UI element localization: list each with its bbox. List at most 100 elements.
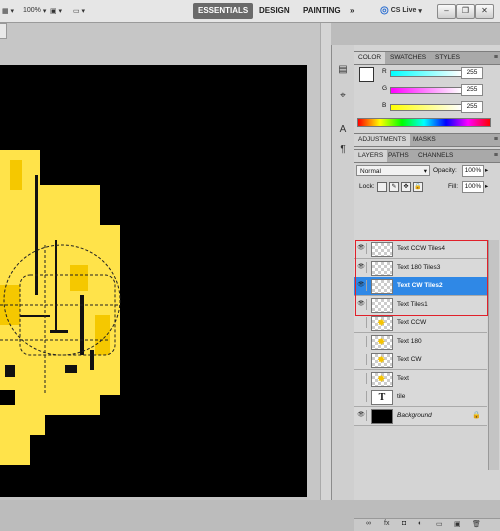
zoom-value: 100% bbox=[23, 7, 41, 14]
canvas-vertical-scrollbar[interactable] bbox=[320, 23, 331, 500]
document-tab[interactable] bbox=[0, 23, 7, 39]
opacity-dropdown-icon[interactable]: ▸ bbox=[485, 165, 488, 176]
layer-mask-icon[interactable]: ◘ bbox=[402, 520, 406, 527]
visibility-eye-icon[interactable] bbox=[356, 372, 367, 384]
layers-panel-footer: ∞ fx ◘ ◐ ▭ ▣ 🗑 bbox=[354, 518, 500, 531]
application-bar: ▦ ▾ 100% ▾ ▣ ▾ ▭ ▾ ESSENTIALS DESIGN PAI… bbox=[0, 0, 500, 23]
lock-all-icon[interactable]: 🔒 bbox=[413, 182, 423, 192]
new-layer-icon[interactable]: ▣ bbox=[454, 520, 461, 528]
zoom-level[interactable]: 100% ▾ bbox=[23, 4, 46, 17]
b-label: B bbox=[382, 102, 387, 109]
tab-paths[interactable]: PATHS bbox=[384, 150, 413, 162]
layer-thumbnail: ✸ bbox=[371, 316, 393, 331]
g-slider[interactable] bbox=[390, 87, 462, 94]
fill-dropdown-icon[interactable]: ▸ bbox=[485, 181, 488, 192]
visibility-eye-icon[interactable] bbox=[356, 391, 367, 402]
layer-thumbnail bbox=[371, 408, 393, 424]
minimize-button[interactable]: – bbox=[437, 4, 456, 19]
layer-row[interactable]: ✸ Text bbox=[354, 369, 487, 389]
b-value-field[interactable]: 255 bbox=[461, 101, 483, 113]
visibility-eye-icon[interactable] bbox=[356, 354, 367, 365]
r-slider[interactable] bbox=[390, 70, 462, 77]
lock-transparent-icon[interactable] bbox=[377, 182, 387, 192]
document-canvas-area bbox=[0, 23, 331, 500]
panel-icon-dock: ▤ ⌖ A ¶ bbox=[331, 45, 355, 500]
layer-row[interactable]: ✸ Text 180 bbox=[354, 332, 487, 352]
star-thumbnail-icon: ✸ bbox=[377, 318, 386, 329]
opacity-field[interactable]: 100% bbox=[462, 165, 484, 177]
arrange-documents-icon[interactable]: ▣ ▾ bbox=[50, 4, 62, 17]
color-spectrum-ramp[interactable] bbox=[357, 118, 491, 127]
tab-adjustments[interactable]: ADJUSTMENTS bbox=[354, 134, 411, 146]
layer-row[interactable]: Ttile bbox=[354, 388, 487, 407]
lock-label: Lock: bbox=[359, 183, 375, 190]
layer-thumbnail: ✸ bbox=[371, 353, 393, 368]
b-slider[interactable] bbox=[390, 104, 462, 111]
workspace-essentials-button[interactable]: ESSENTIALS bbox=[193, 3, 254, 19]
screen-mode-icon[interactable]: ▭ ▾ bbox=[73, 4, 85, 17]
link-layers-icon[interactable]: ∞ bbox=[366, 520, 371, 527]
right-panel-stack: COLOR SWATCHES STYLES ≡ R 255 G 255 B 25… bbox=[354, 45, 500, 531]
highlight-box bbox=[355, 240, 488, 316]
foreground-color-swatch[interactable] bbox=[359, 67, 374, 82]
tab-masks[interactable]: MASKS bbox=[409, 134, 440, 146]
star-thumbnail-icon: ✸ bbox=[377, 336, 386, 348]
fill-label: Fill: bbox=[448, 183, 459, 190]
g-label: G bbox=[382, 85, 388, 92]
g-value-field[interactable]: 255 bbox=[461, 84, 483, 96]
layers-scrollbar[interactable] bbox=[488, 240, 499, 470]
layer-thumbnail: ✸ bbox=[371, 334, 393, 350]
tab-layers[interactable]: LAYERS bbox=[354, 150, 388, 162]
r-label: R bbox=[382, 68, 387, 75]
layer-name: Text bbox=[397, 374, 409, 382]
visibility-eye-icon[interactable]: 👁 bbox=[356, 409, 367, 421]
visibility-eye-icon[interactable] bbox=[356, 317, 367, 328]
character-icon[interactable]: A bbox=[336, 123, 350, 137]
layer-name: Background bbox=[397, 411, 432, 419]
layer-name: Text 180 bbox=[397, 337, 422, 345]
layer-lock-icon: 🔒 bbox=[472, 411, 481, 419]
panel-menu-icon[interactable]: ≡ bbox=[494, 136, 498, 144]
layer-thumbnail: ✸ bbox=[371, 371, 393, 387]
layer-name: Text CW bbox=[397, 356, 422, 363]
workspace-design-button[interactable]: DESIGN bbox=[254, 3, 295, 19]
type-layer-icon: T bbox=[371, 390, 393, 405]
paragraph-icon[interactable]: ¶ bbox=[336, 143, 350, 157]
visibility-eye-icon[interactable] bbox=[356, 335, 367, 347]
layer-row[interactable]: 👁 Background 🔒 bbox=[354, 406, 487, 426]
layer-style-icon[interactable]: fx bbox=[384, 520, 389, 527]
arrange-icon[interactable]: ▦ ▾ bbox=[2, 4, 14, 17]
star-thumbnail-icon: ✸ bbox=[377, 373, 386, 385]
actions-icon[interactable]: ⌖ bbox=[336, 89, 350, 103]
layer-row[interactable]: ✸ Text CW bbox=[354, 351, 487, 370]
adjustment-layer-icon[interactable]: ◐ bbox=[418, 520, 422, 527]
tab-channels[interactable]: CHANNELS bbox=[414, 150, 457, 162]
lock-image-icon[interactable]: ✎ bbox=[389, 182, 399, 192]
cs-live-button[interactable]: ◎ CS Live ▾ bbox=[380, 4, 422, 17]
yellow-tile-artwork bbox=[0, 150, 121, 465]
layer-name: tile bbox=[397, 393, 406, 400]
layer-name: Text CCW bbox=[397, 319, 427, 326]
delete-layer-icon[interactable]: 🗑 bbox=[472, 520, 481, 528]
r-value-field[interactable]: 255 bbox=[461, 67, 483, 79]
adjustments-panel-tabs: ADJUSTMENTS MASKS ≡ bbox=[354, 133, 500, 147]
fill-field[interactable]: 100% bbox=[462, 181, 484, 193]
cs-live-label: CS Live bbox=[390, 7, 417, 14]
cs-live-icon: ◎ bbox=[380, 5, 389, 16]
opacity-label: Opacity: bbox=[433, 167, 457, 174]
workspace-painting-button[interactable]: PAINTING bbox=[298, 3, 346, 19]
blend-mode-select[interactable]: Normal bbox=[356, 165, 430, 177]
history-icon[interactable]: ▤ bbox=[336, 63, 350, 77]
panel-menu-icon[interactable]: ≡ bbox=[494, 152, 498, 160]
color-panel: R 255 G 255 B 255 bbox=[354, 58, 500, 127]
layer-row[interactable]: ✸ Text CCW bbox=[354, 314, 487, 333]
layers-panel: Normal Opacity: 100% ▸ Lock: ✎ ✥ 🔒 Fill:… bbox=[354, 164, 500, 531]
layers-panel-tabs: LAYERS PATHS CHANNELS ≡ bbox=[354, 149, 500, 163]
workspace-more-button[interactable]: » bbox=[345, 3, 359, 19]
document-canvas[interactable] bbox=[0, 65, 307, 497]
close-button[interactable]: ✕ bbox=[475, 4, 494, 19]
new-group-icon[interactable]: ▭ bbox=[436, 520, 443, 528]
restore-button[interactable]: ❐ bbox=[456, 4, 475, 19]
lock-position-icon[interactable]: ✥ bbox=[401, 182, 411, 192]
star-thumbnail-icon: ✸ bbox=[377, 355, 386, 366]
